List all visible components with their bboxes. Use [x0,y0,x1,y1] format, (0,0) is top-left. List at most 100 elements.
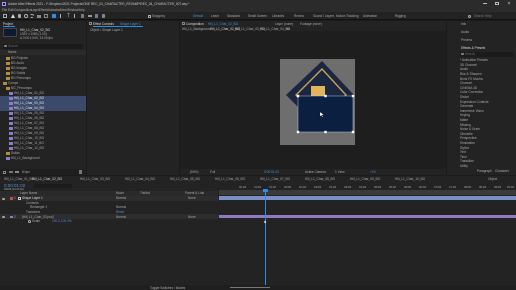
effect-category[interactable]: Utility [458,164,514,169]
project-item[interactable]: Hill_L1_Char_05_BG [0,111,86,116]
workspace-review[interactable]: Review [294,14,304,18]
timeline-tab[interactable]: Hill_L1_Char_04_BG [125,177,155,181]
menu-composition[interactable]: Composition [14,8,32,12]
timeline-tab[interactable]: Hill_L1_Char_07_BG [260,177,290,181]
selection-tool-icon[interactable] [11,13,15,18]
column-parent[interactable]: Parent & Link [185,191,204,195]
column-layer-name[interactable]: Layer Name [20,191,37,195]
menu-effect[interactable]: Effect [39,8,47,12]
composition-canvas[interactable] [280,59,355,145]
layer-bar-shape[interactable] [219,196,516,201]
timeline-tab[interactable]: Hill_L1_Char_05_BG [170,177,200,181]
menu-layer[interactable]: Layer [31,8,39,12]
search-icon[interactable] [468,14,471,18]
playhead-icon[interactable] [263,189,268,192]
effect-controls-lock-icon[interactable] [89,22,92,25]
pan-behind-tool-icon[interactable] [44,14,48,18]
property-name[interactable]: Scale [32,219,40,223]
menu-file[interactable]: File [2,8,7,12]
project-item[interactable]: Hill_L1_Char_08_BG [0,126,86,131]
project-bit-depth[interactable]: 8 bpc [22,170,30,174]
keyframe-icon[interactable] [263,220,267,224]
timeline-tab[interactable]: Hill_L1_Char_06_BG [215,177,245,181]
menu-help[interactable]: Help [78,8,85,12]
project-item[interactable]: Hill_L1_Char_10_BG [0,136,86,141]
new-folder-icon[interactable] [9,170,13,173]
preview-tab[interactable]: Preview [461,38,472,42]
layer-viewer-tab[interactable]: Layer (none) [275,22,293,26]
workspace-small-screen[interactable]: Small Screen [248,14,267,18]
paragraph-tab[interactable]: Paragraph [477,169,492,173]
project-item[interactable]: Hill_L1_Char_02_BG [0,96,86,101]
eye-icon[interactable] [2,197,5,200]
view-tab[interactable]: Hill [286,27,290,31]
workspace-libraries[interactable]: Libraries [272,14,284,18]
project-item[interactable]: Hill_L1_Char_11_BG [0,141,86,146]
zoom-tool-icon[interactable] [24,14,28,18]
composition-timecode[interactable]: 0:00:01:02 [264,170,279,174]
scale-value[interactable]: 100.0,100.0% [52,219,72,223]
project-item[interactable]: BG Solids [0,71,86,76]
project-item[interactable]: Hill_L1_Char_01_BG [0,91,86,96]
home-icon[interactable] [3,14,7,18]
timeline-tab[interactable]: Hill_L1_Char_08_BG [305,177,335,181]
effects-presets-title[interactable]: Effects & Presets [461,46,485,50]
timeline-tab-active[interactable]: Hill_L1_Char_02_BG [32,177,62,181]
maximize-icon[interactable] [495,1,499,6]
trash-icon[interactable] [79,170,82,174]
minimize-icon[interactable] [483,3,487,4]
project-item[interactable]: Hill_L1_Char_06_BG [0,116,86,121]
project-item[interactable]: Solids [0,151,86,156]
layer-label-color[interactable] [10,215,13,219]
project-item[interactable]: Hill_L1_Char_03_BG [0,101,86,106]
stopwatch-icon[interactable] [28,220,31,223]
menu-edit[interactable]: Edit [8,8,14,12]
snapping-checkbox-icon[interactable] [148,14,151,18]
menu-window[interactable]: Window [67,8,78,12]
effects-search-field[interactable]: Search [460,52,514,57]
puppet-tool-icon[interactable] [102,14,105,18]
search-help-input[interactable]: Search Help [474,14,492,18]
column-trkmat[interactable]: TrkMat [140,191,150,195]
hand-tool-icon[interactable] [18,14,21,18]
rectangle-tool-icon[interactable] [52,14,56,18]
interpret-footage-icon[interactable] [3,170,6,174]
timeline-tab[interactable]: Hill_L1_Char_03_BG [80,177,110,181]
workspace-animation[interactable]: Animation [363,14,377,18]
toggle-switches-modes[interactable]: Toggle Switches / Modes [150,286,185,290]
close-icon[interactable]: × [506,1,512,7]
resolution-dropdown[interactable]: Full [210,170,215,174]
project-column-name[interactable]: Name [8,50,17,54]
column-mode[interactable]: Mode [116,191,124,195]
timeline-tab[interactable]: Hill_L1_Char_01_BG [4,177,34,181]
project-search-field[interactable]: Search [3,44,83,49]
timeline-search-field[interactable] [34,184,72,188]
zoom-dropdown[interactable]: (50%) [190,170,199,174]
eraser-tool-icon[interactable] [88,14,92,17]
project-item[interactable]: Comps [0,81,86,86]
project-item[interactable]: BG Images [0,66,86,71]
project-item[interactable]: BG_Precomps [0,86,86,91]
project-item[interactable]: Hill_L1_Char_09_BG [0,131,86,136]
footage-viewer-tab[interactable]: Footage (none) [300,22,322,26]
layer-bar-psd[interactable] [219,214,516,219]
project-item[interactable]: BG Audio [0,61,86,66]
rotate-tool-icon[interactable] [30,14,34,18]
workspace-default[interactable]: Default [193,14,203,18]
zoom-slider-icon[interactable] [230,287,270,288]
workspace-motion-tracking[interactable]: Motion Tracking [336,14,359,18]
layer-label-color[interactable] [10,197,13,200]
views-dropdown[interactable]: 1 View [335,170,345,174]
brush-tool-icon[interactable] [74,14,75,18]
info-tab[interactable]: Info [461,22,466,26]
project-item[interactable]: Hill_L1_Background [0,156,86,161]
camera-tool-icon[interactable] [37,14,41,18]
new-composition-icon[interactable] [15,170,19,173]
project-item[interactable]: BG Projects [0,56,86,61]
audio-tab[interactable]: Audio [461,30,469,34]
clone-stamp-tool-icon[interactable] [81,14,84,18]
timeline-tab[interactable]: Hill_L1_Char_10_BG [395,177,425,181]
project-item[interactable]: Hill_L1_Char_12_BG [0,146,86,151]
view-tab[interactable]: Hill_L1_Background [182,27,211,31]
workspace-rigging[interactable]: Rigging [395,14,406,18]
